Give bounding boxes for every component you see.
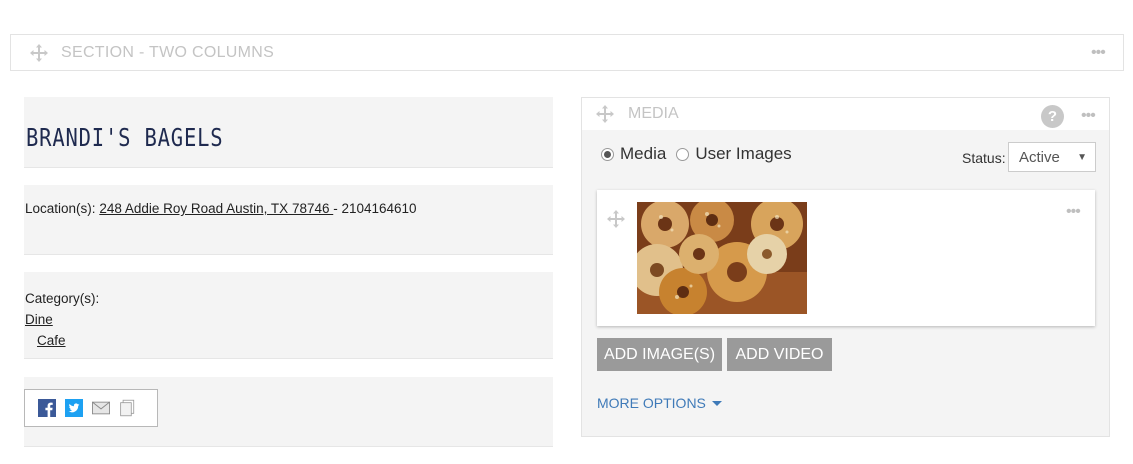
media-panel: MEDIA ? ••• Media User Images Status: Ac… xyxy=(581,97,1110,437)
business-name-panel: BRANDI'S BAGELS xyxy=(24,97,553,168)
mail-icon[interactable] xyxy=(92,399,110,417)
media-header: MEDIA ? ••• xyxy=(582,98,1109,130)
location-panel: Location(s): 248 Addie Roy Road Austin, … xyxy=(24,185,553,255)
category-panel: Category(s): Dine Cafe xyxy=(24,272,553,359)
more-options-link[interactable]: MORE OPTIONS xyxy=(597,395,722,411)
copy-icon[interactable] xyxy=(119,399,137,417)
move-icon[interactable] xyxy=(30,43,48,62)
more-dots-icon[interactable]: ••• xyxy=(1081,108,1096,124)
more-options-label: MORE OPTIONS xyxy=(597,395,706,411)
section-header: SECTION - TWO COLUMNS ••• xyxy=(10,34,1124,71)
add-video-button[interactable]: ADD VIDEO xyxy=(727,338,832,371)
category-link-dine[interactable]: Dine xyxy=(25,312,53,327)
business-name: BRANDI'S BAGELS xyxy=(26,123,224,152)
category-label: Category(s): xyxy=(25,291,100,306)
radio-user-images[interactable] xyxy=(676,147,690,161)
media-title: MEDIA xyxy=(628,105,679,122)
help-icon[interactable]: ? xyxy=(1041,105,1064,128)
media-image-card: ••• xyxy=(597,190,1095,326)
move-icon[interactable] xyxy=(607,210,625,228)
move-icon[interactable] xyxy=(596,105,614,123)
phone-text: - 2104164610 xyxy=(333,201,417,216)
status-value: Active xyxy=(1019,148,1060,166)
more-dots-icon[interactable]: ••• xyxy=(1066,204,1081,220)
status-label: Status: xyxy=(962,150,1006,166)
bagels-image[interactable] xyxy=(637,202,807,314)
social-share-box xyxy=(24,389,158,427)
radio-media-label[interactable]: Media xyxy=(620,144,666,164)
section-title: SECTION - TWO COLUMNS xyxy=(61,43,275,61)
facebook-icon[interactable] xyxy=(38,399,56,417)
category-block: Category(s): Dine Cafe xyxy=(25,288,99,351)
twitter-icon[interactable] xyxy=(65,399,83,417)
more-dots-icon[interactable]: ••• xyxy=(1091,45,1106,61)
add-images-button[interactable]: ADD IMAGE(S) xyxy=(597,338,722,371)
category-link-cafe[interactable]: Cafe xyxy=(37,333,66,348)
caret-down-icon xyxy=(711,400,722,406)
social-panel xyxy=(24,377,553,447)
radio-media[interactable] xyxy=(601,147,614,161)
location-line: Location(s): 248 Addie Roy Road Austin, … xyxy=(25,201,417,216)
location-label: Location(s): xyxy=(25,201,96,216)
address-link[interactable]: 248 Addie Roy Road Austin, TX 78746 xyxy=(99,201,333,216)
media-type-radios: Media User Images xyxy=(601,144,792,164)
status-select[interactable]: Active ▼ xyxy=(1008,142,1096,172)
radio-user-images-label[interactable]: User Images xyxy=(695,144,791,164)
chevron-down-icon: ▼ xyxy=(1077,152,1087,163)
